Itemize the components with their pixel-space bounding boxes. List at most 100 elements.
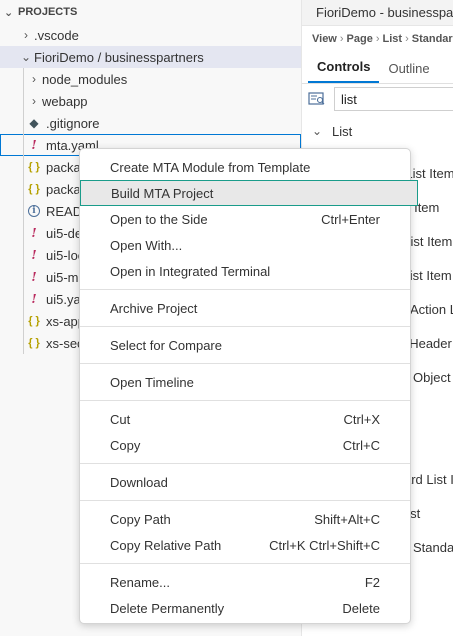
control-list-item[interactable]: Standard List Item xyxy=(413,540,453,555)
menu-item-shortcut: Ctrl+Enter xyxy=(321,211,380,227)
indent-guide xyxy=(23,266,24,288)
list-group-header[interactable]: ⌄ List xyxy=(302,114,453,148)
control-list-item[interactable]: Object List Item xyxy=(413,370,453,385)
indent-guide xyxy=(23,310,24,332)
tree-item[interactable]: ⌄ FioriDemo / businesspartners xyxy=(0,46,301,68)
tree-item[interactable]: › webapp xyxy=(0,90,301,112)
indent-guide xyxy=(23,134,24,156)
menu-separator xyxy=(80,500,410,501)
menu-item-cut[interactable]: Cut Ctrl+X xyxy=(80,406,410,432)
json-file-icon: { } xyxy=(28,161,40,173)
breadcrumb: View›Page›List›Standard xyxy=(302,26,453,52)
chevron-right-icon: › xyxy=(405,33,409,45)
menu-item-label: Open With... xyxy=(110,237,183,253)
menu-separator xyxy=(80,326,410,327)
yaml-file-icon: ! xyxy=(31,270,37,284)
chevron-down-icon: ⌄ xyxy=(4,6,14,19)
yaml-file-icon: ! xyxy=(31,248,37,262)
git-file-icon: ◆ xyxy=(29,116,39,130)
tree-item[interactable]: › .vscode xyxy=(0,24,301,46)
menu-item-shortcut: Shift+Alt+C xyxy=(314,511,380,527)
menu-item-shortcut: Ctrl+C xyxy=(342,437,380,453)
tree-item[interactable]: ◆ .gitignore xyxy=(0,112,301,134)
section-title: PROJECTS xyxy=(18,6,78,18)
menu-item-label: Select for Compare xyxy=(110,337,222,353)
menu-item-shortcut: Delete xyxy=(342,600,380,616)
menu-item-open-in-integrated-terminal[interactable]: Open in Integrated Terminal xyxy=(80,258,410,284)
json-file-icon: { } xyxy=(28,315,40,327)
menu-item-rename[interactable]: Rename... F2 xyxy=(80,569,410,595)
menu-item-shortcut: F2 xyxy=(364,574,380,590)
indent-guide xyxy=(23,244,24,266)
menu-item-label: Cut xyxy=(110,411,131,427)
indent-guide xyxy=(23,288,24,310)
menu-item-label: Copy xyxy=(110,437,141,453)
menu-item-archive-project[interactable]: Archive Project xyxy=(80,295,410,321)
indent-guide xyxy=(23,332,24,354)
menu-item-label: Download xyxy=(110,474,168,490)
chevron-right-icon: › xyxy=(24,28,28,42)
indent-guide xyxy=(23,222,24,244)
tab-outline[interactable]: Outline xyxy=(379,61,438,83)
menu-item-shortcut: Ctrl+X xyxy=(343,411,380,427)
breadcrumb-item[interactable]: Page xyxy=(347,33,373,45)
tree-item-label: webapp xyxy=(42,93,88,109)
breadcrumb-item[interactable]: Standard xyxy=(412,33,453,45)
menu-item-copy[interactable]: Copy Ctrl+C xyxy=(80,432,410,458)
menu-item-copy-path[interactable]: Copy Path Shift+Alt+C xyxy=(80,506,410,532)
tab-controls[interactable]: Controls xyxy=(308,59,380,83)
yaml-file-icon: ! xyxy=(31,226,37,240)
yaml-file-icon: ! xyxy=(31,292,37,306)
list-group-label: List xyxy=(332,123,353,139)
chevron-right-icon: › xyxy=(375,33,380,45)
control-search-input[interactable] xyxy=(334,87,453,111)
context-menu: Create MTA Module from Template Build MTA… xyxy=(79,148,418,624)
menu-separator xyxy=(80,463,410,464)
indent-guide xyxy=(23,178,24,200)
indent-guide xyxy=(23,200,24,222)
tree-item-label: node_modules xyxy=(42,71,128,87)
menu-separator xyxy=(80,563,410,564)
chevron-down-icon: ⌄ xyxy=(20,50,32,64)
menu-item-open-with[interactable]: Open With... xyxy=(80,232,410,258)
menu-item-label: Create MTA Module from Template xyxy=(110,159,311,175)
indent-guide xyxy=(23,90,24,112)
menu-item-label: Delete Permanently xyxy=(110,600,225,616)
projects-section-header[interactable]: ⌄ PROJECTS xyxy=(0,0,301,24)
menu-item-label: Rename... xyxy=(110,574,170,590)
json-file-icon: { } xyxy=(28,183,40,195)
chevron-down-icon: ⌄ xyxy=(312,124,323,138)
tree-item-label: .vscode xyxy=(34,27,79,43)
menu-item-label: Copy Relative Path xyxy=(110,537,222,553)
tree-item-label: FioriDemo / businesspartners xyxy=(34,49,204,65)
menu-separator xyxy=(80,289,410,290)
indent-guide xyxy=(23,112,24,134)
menu-item-build-mta-project[interactable]: Build MTA Project xyxy=(80,180,418,206)
menu-item-shortcut: Ctrl+K Ctrl+Shift+C xyxy=(269,537,380,553)
control-list-item[interactable]: Action List Item xyxy=(410,302,453,317)
panel-tabs: Controls Outline xyxy=(302,52,453,84)
tree-item[interactable]: › node_modules xyxy=(0,68,301,90)
chevron-right-icon: › xyxy=(32,72,36,86)
menu-item-label: Open Timeline xyxy=(110,374,194,390)
menu-item-open-to-the-side[interactable]: Open to the Side Ctrl+Enter xyxy=(80,206,410,232)
breadcrumb-item[interactable]: View xyxy=(312,33,337,45)
editor-tab-title[interactable]: FioriDemo - businesspartners xyxy=(302,0,453,26)
menu-item-label: Copy Path xyxy=(110,511,171,527)
tree-item-label: .gitignore xyxy=(46,115,100,131)
menu-item-create-mta-module-from-template[interactable]: Create MTA Module from Template xyxy=(80,154,410,180)
menu-item-open-timeline[interactable]: Open Timeline xyxy=(80,369,410,395)
yaml-file-icon: ! xyxy=(31,138,37,152)
menu-item-select-for-compare[interactable]: Select for Compare xyxy=(80,332,410,358)
info-file-icon: i xyxy=(26,205,42,217)
indent-guide xyxy=(23,156,24,178)
menu-item-label: Open in Integrated Terminal xyxy=(110,263,271,279)
menu-item-download[interactable]: Download xyxy=(80,469,410,495)
filter-list-icon xyxy=(308,89,326,109)
json-file-icon: { } xyxy=(28,337,40,349)
menu-item-delete-permanently[interactable]: Delete Permanently Delete xyxy=(80,595,410,621)
menu-item-label: Open to the Side xyxy=(110,211,208,227)
breadcrumb-item[interactable]: List xyxy=(383,33,403,45)
menu-item-copy-relative-path[interactable]: Copy Relative Path Ctrl+K Ctrl+Shift+C xyxy=(80,532,410,558)
menu-item-label: Build MTA Project xyxy=(111,185,214,201)
